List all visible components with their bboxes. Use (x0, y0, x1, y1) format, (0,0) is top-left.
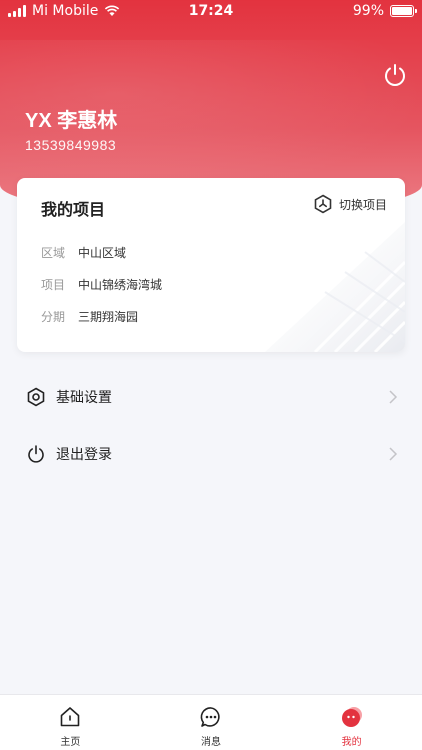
settings-hexagon-icon (27, 387, 45, 407)
home-icon (61, 707, 80, 727)
user-phone: 13539849983 (25, 137, 117, 153)
status-bar: Mi Mobile 17:24 99% (0, 0, 422, 24)
battery-icon (390, 5, 417, 17)
tab-profile-label: 我的 (341, 737, 362, 748)
info-label: 项目 (41, 278, 66, 292)
chevron-right-icon (389, 447, 398, 461)
power-icon[interactable] (382, 62, 408, 88)
menu-item-logout-label: 退出登录 (56, 447, 112, 463)
switch-project-button[interactable]: 切换项目 (313, 194, 387, 214)
building-illustration (265, 222, 405, 352)
menu-item-settings[interactable]: 基础设置 (0, 369, 422, 425)
info-label: 分期 (41, 310, 66, 324)
profile-avatar-icon (341, 707, 362, 727)
switch-project-icon (314, 194, 332, 214)
project-info-row-project: 项目 中山锦绣海湾城 (41, 276, 162, 293)
info-value: 中山锦绣海湾城 (78, 278, 163, 292)
project-card-title: 我的项目 (41, 200, 106, 219)
tab-profile[interactable]: 我的 (281, 695, 422, 750)
project-info-row-phase: 分期 三期翔海园 (41, 308, 138, 325)
chevron-right-icon (389, 390, 398, 404)
tab-messages[interactable]: 消息 (141, 695, 282, 750)
battery-percent: 99% (352, 3, 384, 19)
tab-home-label: 主页 (60, 737, 81, 748)
info-value: 中山区域 (78, 246, 127, 260)
menu-item-settings-label: 基础设置 (56, 390, 112, 406)
switch-project-label: 切换项目 (338, 197, 387, 212)
info-label: 区域 (41, 246, 66, 260)
menu-item-logout[interactable]: 退出登录 (0, 426, 422, 482)
user-name: YX 李惠林 (25, 110, 118, 132)
power-icon (28, 445, 44, 463)
tab-messages-label: 消息 (201, 737, 221, 748)
message-icon (200, 707, 220, 727)
bottom-tab-bar: 主页 消息 我的 (0, 694, 422, 750)
project-info-row-region: 区域 中山区域 (41, 244, 126, 261)
project-card: 我的项目 切换项目 区域 中山区域 项目 中山锦绣海湾城 分期 三期翔海园 (17, 178, 405, 352)
info-value: 三期翔海园 (78, 310, 139, 324)
tab-home[interactable]: 主页 (0, 695, 141, 750)
